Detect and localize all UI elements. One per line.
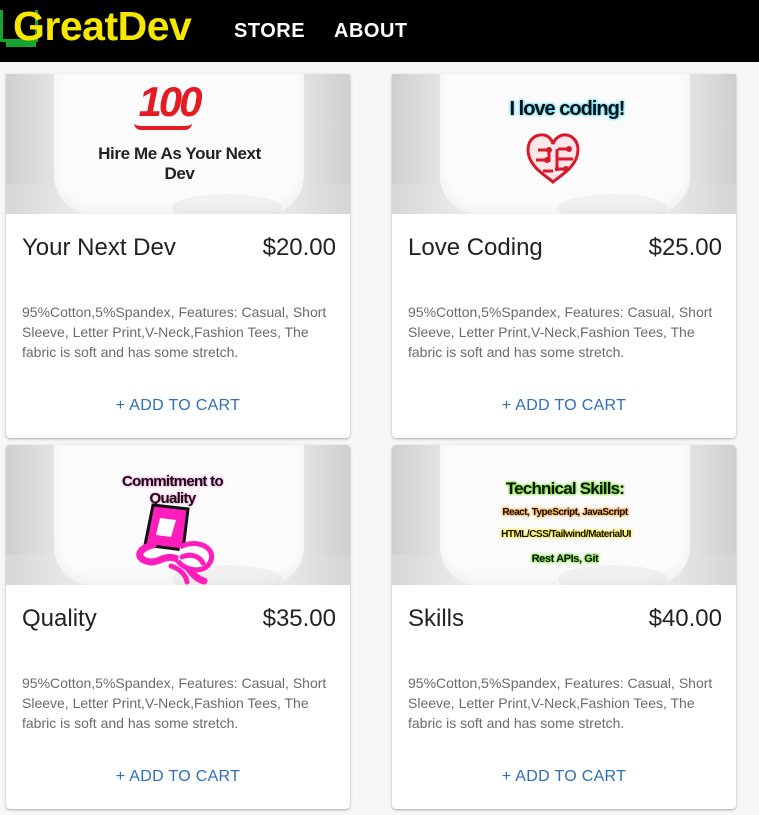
circuit-heart-icon [526, 133, 580, 185]
product-card-quality: Commitment to Quality Quality $35.00 95%… [6, 445, 350, 809]
print-line: React, TypeScript, JavaScript [502, 507, 628, 518]
product-image: I love coding! [392, 74, 736, 214]
top-navigation-bar: GreatDev STORE ABOUT [0, 0, 759, 62]
tshirt-shadow [558, 194, 668, 214]
nav-store-link[interactable]: STORE [234, 20, 305, 43]
print-line: HTML/CSS/Tailwind/MaterialUI [501, 529, 631, 540]
product-description: 95%Cotton,5%Spandex, Features: Casual, S… [408, 304, 713, 360]
product-image: 100 Hire Me As Your Next Dev [6, 74, 350, 214]
product-card-love-coding: I love coding! Love Coding $25.00 95%Cot… [392, 74, 736, 438]
tshirt-shadow [172, 194, 282, 214]
nav-about-link[interactable]: ABOUT [334, 20, 408, 43]
product-description: 95%Cotton,5%Spandex, Features: Casual, S… [22, 304, 327, 360]
product-price: $35.00 [262, 605, 336, 632]
print-number: 100 [138, 78, 202, 125]
print-text: Hire Me As Your Next Dev [98, 144, 261, 183]
product-title: Your Next Dev [22, 234, 176, 261]
brand-name: GreatDev [13, 3, 192, 49]
print-line: Rest APIs, Git [531, 553, 599, 565]
add-to-cart-button[interactable]: + ADD TO CART [6, 397, 350, 415]
product-card-your-next-dev: 100 Hire Me As Your Next Dev Your Next D… [6, 74, 350, 438]
product-price: $20.00 [262, 234, 336, 261]
tshirt-shadow [558, 565, 668, 585]
developer-computer-icon [136, 503, 214, 585]
product-description: 95%Cotton,5%Spandex, Features: Casual, S… [22, 675, 327, 731]
product-title: Skills [408, 605, 465, 632]
product-image: Technical Skills: React, TypeScript, Jav… [392, 445, 736, 585]
product-price: $40.00 [648, 605, 722, 632]
print-underline [134, 123, 192, 130]
add-to-cart-button[interactable]: + ADD TO CART [392, 397, 736, 415]
add-to-cart-button[interactable]: + ADD TO CART [6, 768, 350, 786]
product-title: Quality [22, 605, 97, 632]
print-text: I love coding! [509, 98, 626, 120]
product-image: Commitment to Quality [6, 445, 350, 585]
print-title: Technical Skills: [505, 479, 625, 498]
product-card-skills: Technical Skills: React, TypeScript, Jav… [392, 445, 736, 809]
product-description: 95%Cotton,5%Spandex, Features: Casual, S… [408, 675, 713, 731]
product-price: $25.00 [648, 234, 722, 261]
add-to-cart-button[interactable]: + ADD TO CART [392, 768, 736, 786]
brand-logo[interactable]: GreatDev [0, 0, 205, 62]
product-title: Love Coding [408, 234, 543, 261]
